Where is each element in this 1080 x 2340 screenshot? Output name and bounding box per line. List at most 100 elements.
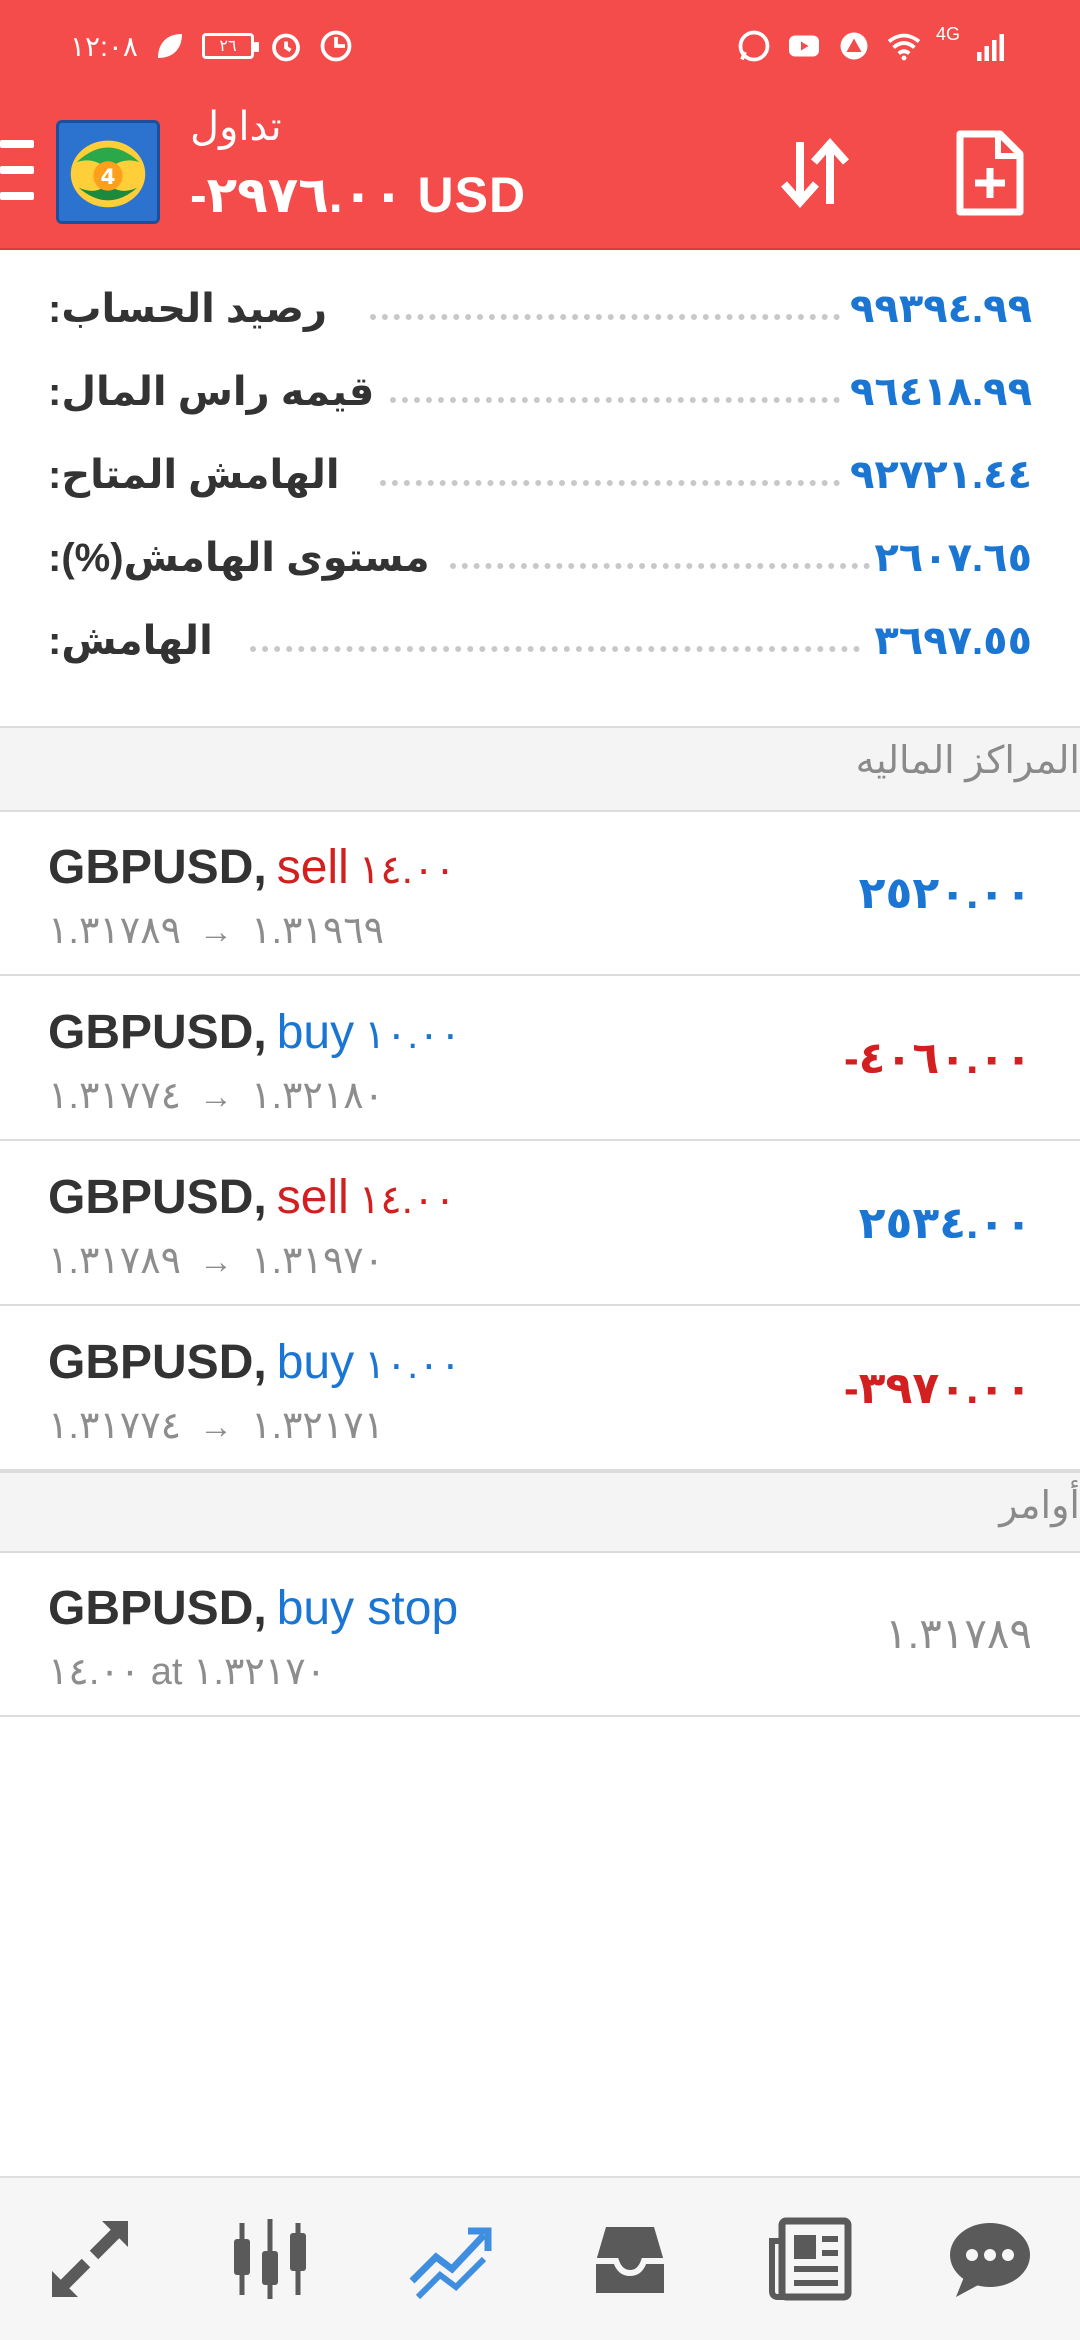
current-price: ١.٣٢١٨٠	[251, 1075, 385, 1117]
menu-icon-bar	[0, 140, 34, 148]
arrow-right-icon: →	[199, 1243, 234, 1281]
current-price: ١.٣٢١٧١	[251, 1405, 385, 1447]
app-header: ١٢:٠٨ ٢٦ 4G 4 تداول -٢٩٧٦.٠٠ USD	[0, 0, 1080, 250]
open-price: ١.٣١٧٨٩	[48, 910, 182, 952]
position-prices: ١.٣١٧٨٩ → ١.٣١٩٦٩	[48, 908, 384, 953]
arrow-right-icon: →	[199, 913, 234, 951]
orders-section-header: أوامر	[0, 1471, 1080, 1553]
position-side: buy	[276, 1006, 355, 1059]
nav-trade[interactable]	[395, 2204, 505, 2314]
position-side: sell	[276, 841, 349, 894]
history-inbox-icon	[596, 2227, 664, 2293]
position-profit: -٣٩٧٠.٠٠	[843, 1364, 1032, 1413]
quotes-arrows-icon	[52, 2221, 128, 2297]
order-type: buy stop	[276, 1582, 459, 1635]
summary-value: ٩٩٣٩٤.٩٩	[849, 287, 1032, 331]
status-right: 4G	[736, 24, 1010, 68]
position-main-line: GBPUSD, sell ١٤.٠٠	[48, 1170, 456, 1225]
status-time: ١٢:٠٨	[70, 30, 138, 62]
summary-label: قيمه راس المال:	[48, 370, 375, 414]
position-profit: ٢٥٣٤.٠٠	[858, 1199, 1032, 1248]
position-main-line: GBPUSD, sell ١٤.٠٠	[48, 840, 456, 895]
news-icon	[769, 2217, 852, 2301]
order-detail-line: ١٤.٠٠ at ١.٣٢١٧٠	[48, 1649, 326, 1694]
current-price: ١.٣١٩٧٠	[251, 1240, 385, 1282]
position-volume: ١٤.٠٠	[358, 1178, 456, 1222]
position-main-line: GBPUSD, buy ١٠.٠٠	[48, 1335, 461, 1390]
position-prices: ١.٣١٧٧٤ → ١.٣٢١٨٠	[48, 1073, 384, 1118]
open-price: ١.٣١٧٧٤	[48, 1075, 182, 1117]
position-symbol: GBPUSD,	[48, 1006, 267, 1059]
summary-row-free-margin: الهامش المتاح: ٩٢٧٢١.٤٤	[0, 438, 1080, 522]
summary-value: ٩٢٧٢١.٤٤	[849, 453, 1032, 497]
app-notification-icon	[840, 32, 868, 60]
nav-history[interactable]	[575, 2204, 685, 2314]
leader-dots	[370, 312, 840, 320]
current-price: ١.٣١٩٦٩	[251, 910, 385, 952]
open-price: ١.٣١٧٧٤	[48, 1405, 182, 1447]
wifi-icon	[887, 33, 921, 61]
position-prices: ١.٣١٧٧٤ → ١.٣٢١٧١	[48, 1403, 384, 1448]
order-main-line: GBPUSD, buy stop	[48, 1581, 458, 1636]
position-volume: ١٠.٠٠	[364, 1343, 462, 1387]
summary-row-margin: الهامش: ٣٦٩٧.٥٥	[0, 604, 1080, 688]
arrow-right-icon: →	[199, 1408, 234, 1446]
summary-row-margin-level: مستوى الهامش(%): ٢٦٠٧.٦٥	[0, 521, 1080, 605]
arrow-right-icon: →	[199, 1078, 234, 1116]
data-saver-icon	[320, 30, 352, 62]
summary-value: ٢٦٠٧.٦٥	[874, 536, 1032, 580]
nav-quotes[interactable]	[35, 2204, 145, 2314]
position-symbol: GBPUSD,	[48, 1336, 267, 1389]
summary-value: ٣٦٩٧.٥٥	[874, 619, 1032, 663]
position-prices: ١.٣١٧٨٩ → ١.٣١٩٧٠	[48, 1238, 384, 1283]
summary-label: الهامش:	[48, 619, 213, 663]
nav-news[interactable]	[755, 2204, 865, 2314]
menu-icon-bar	[0, 166, 34, 174]
nav-chat[interactable]	[935, 2204, 1045, 2314]
trade-trend-icon	[409, 2227, 492, 2300]
metatrader-logo-icon: 4	[59, 123, 157, 221]
account-profit: -٢٩٧٦.٠٠ USD	[190, 167, 527, 223]
summary-label: مستوى الهامش(%):	[48, 536, 430, 580]
position-row[interactable]: GBPUSD, sell ١٤.٠٠ ١.٣١٧٨٩ → ١.٣١٩٦٩ ٢٥٢…	[0, 812, 1080, 976]
position-side: buy	[276, 1336, 355, 1389]
page-title: تداول	[190, 105, 282, 149]
leaf-icon	[157, 34, 182, 58]
alarm-icon	[272, 33, 300, 62]
account-summary: رصيد الحساب: ٩٩٣٩٤.٩٩ قيمه راس المال: ٩٦…	[0, 250, 1080, 726]
position-symbol: GBPUSD,	[48, 841, 267, 894]
menu-button[interactable]	[0, 140, 40, 200]
leader-dots	[250, 644, 860, 652]
whatsapp-icon	[738, 30, 770, 62]
position-row[interactable]: GBPUSD, buy ١٠.٠٠ ١.٣١٧٧٤ → ١.٣٢١٧١ -٣٩٧…	[0, 1307, 1080, 1471]
open-price: ١.٣١٧٨٩	[48, 1240, 182, 1282]
battery-level: ٢٦	[219, 38, 237, 55]
position-profit: ٢٥٢٠.٠٠	[858, 869, 1032, 918]
summary-label: رصيد الحساب:	[48, 287, 328, 331]
sort-button[interactable]	[770, 128, 860, 218]
leader-dots	[450, 561, 870, 569]
position-side: sell	[276, 1171, 349, 1224]
new-order-button[interactable]	[950, 128, 1040, 218]
svg-text:4: 4	[101, 165, 116, 190]
section-title: أوامر	[999, 1485, 1080, 1527]
position-main-line: GBPUSD, buy ١٠.٠٠	[48, 1005, 461, 1060]
sort-arrows-icon	[781, 137, 849, 209]
position-volume: ١٠.٠٠	[364, 1013, 462, 1057]
status-bar: ١٢:٠٨ ٢٦ 4G	[0, 0, 1080, 90]
status-left: ١٢:٠٨ ٢٦	[70, 24, 354, 68]
summary-row-equity: قيمه راس المال: ٩٦٤١٨.٩٩	[0, 355, 1080, 439]
section-title: المراكز الماليه	[855, 740, 1080, 782]
order-current-price: ١.٣١٧٨٩	[884, 1610, 1032, 1657]
position-volume: ١٤.٠٠	[358, 848, 456, 892]
position-row[interactable]: GBPUSD, buy ١٠.٠٠ ١.٣١٧٧٤ → ١.٣٢١٨٠ -٤٠٦…	[0, 977, 1080, 1141]
menu-icon-bar	[0, 192, 34, 200]
order-row[interactable]: GBPUSD, buy stop ١٤.٠٠ at ١.٣٢١٧٠ ١.٣١٧٨…	[0, 1553, 1080, 1717]
chart-candles-icon	[234, 2219, 306, 2299]
leader-dots	[390, 395, 840, 403]
summary-label: الهامش المتاح:	[48, 453, 340, 497]
summary-row-balance: رصيد الحساب: ٩٩٣٩٤.٩٩	[0, 272, 1080, 356]
position-row[interactable]: GBPUSD, sell ١٤.٠٠ ١.٣١٧٨٩ → ١.٣١٩٧٠ ٢٥٣…	[0, 1142, 1080, 1306]
nav-chart[interactable]	[215, 2204, 325, 2314]
signal-icon	[977, 34, 1004, 61]
